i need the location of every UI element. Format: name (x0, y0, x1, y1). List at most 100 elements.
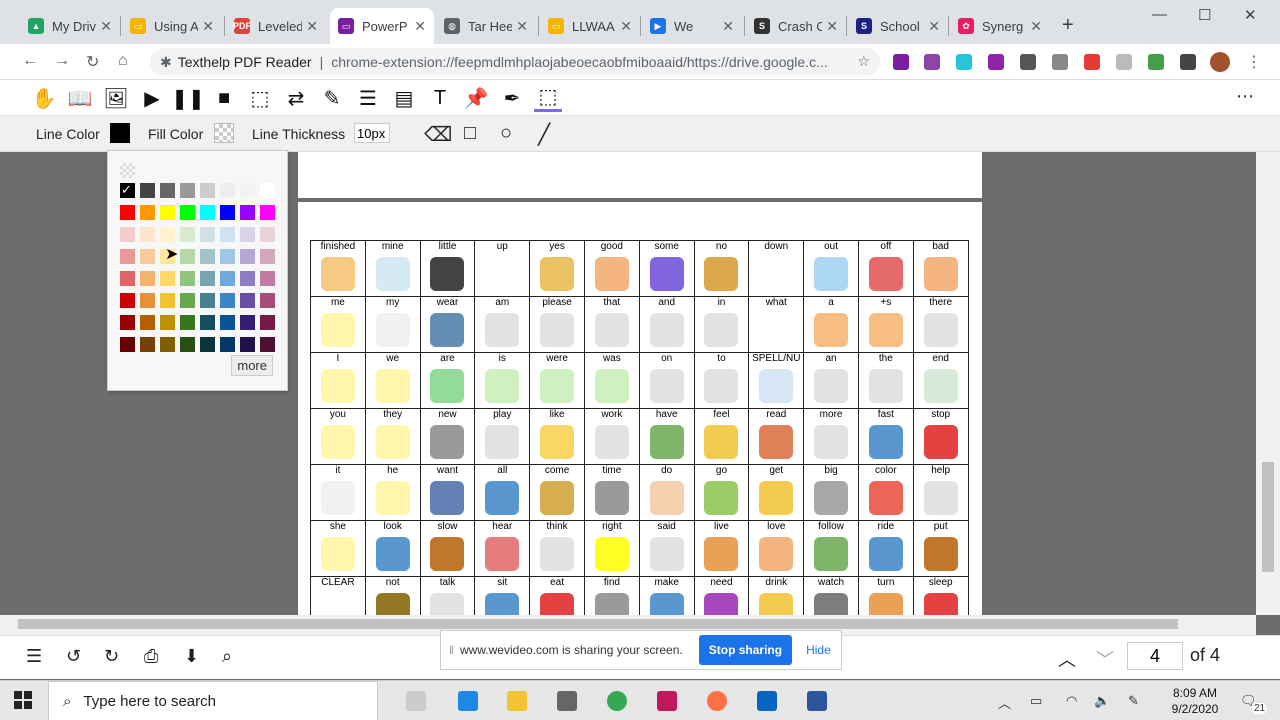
taskbar-search[interactable]: ⌕ Type here to search (48, 681, 378, 720)
browser-tab[interactable]: S Crash C ✕ (746, 8, 846, 44)
search-icon[interactable]: ⌕ (222, 646, 232, 667)
circle-icon[interactable]: ○ (500, 122, 512, 145)
forward-icon[interactable]: → (54, 52, 70, 70)
close-window-button[interactable]: ✕ (1244, 6, 1257, 24)
color-cell[interactable] (120, 205, 135, 220)
stop-icon[interactable]: ■ (210, 84, 238, 112)
color-cell[interactable] (160, 227, 175, 242)
browser-tab[interactable]: ✿ Synerg ✕ (950, 8, 1050, 44)
color-cell[interactable] (140, 271, 155, 286)
highlighter-icon[interactable]: ✎ (318, 84, 346, 112)
color-cell[interactable] (200, 249, 215, 264)
print-icon[interactable]: ⎙ (144, 646, 158, 667)
stop-sharing-button[interactable]: Stop sharing (698, 635, 793, 665)
tab-close-icon[interactable]: ✕ (826, 18, 838, 35)
home-icon[interactable]: ⌂ (118, 52, 128, 70)
extension-icon[interactable] (1020, 54, 1036, 70)
new-tab-button[interactable]: + (1062, 14, 1074, 37)
extension-icon[interactable] (956, 54, 972, 70)
browser-tab[interactable]: ▭ PowerP ✕ (330, 8, 434, 44)
file-explorer-icon[interactable] (507, 691, 527, 711)
color-cell[interactable] (120, 249, 135, 264)
extension-icon[interactable] (1148, 54, 1164, 70)
extension-icon[interactable] (924, 54, 940, 70)
page-up-icon[interactable]: ︿ (1058, 646, 1076, 672)
browser-tab[interactable]: ◍ Tar Hee ✕ (436, 8, 536, 44)
extensions-puzzle-icon[interactable] (1180, 54, 1196, 70)
color-cell[interactable] (260, 249, 275, 264)
pen-workspace-icon[interactable]: ✎ (1128, 693, 1139, 709)
vertical-scroll-thumb[interactable] (1262, 462, 1274, 572)
avatar[interactable] (1210, 52, 1230, 72)
bookmark-star-icon[interactable]: ☆ (857, 53, 870, 70)
transparent-color-cell[interactable] (120, 163, 135, 178)
color-cell[interactable] (200, 315, 215, 330)
color-cell[interactable] (240, 271, 255, 286)
color-cell[interactable] (180, 293, 195, 308)
color-cell[interactable] (180, 227, 195, 242)
windows-start-icon[interactable] (14, 691, 32, 709)
color-cell[interactable] (240, 337, 255, 352)
color-cell[interactable] (140, 315, 155, 330)
color-cell[interactable] (140, 205, 155, 220)
shape-tool-icon[interactable]: ⬚ (534, 84, 562, 112)
tab-close-icon[interactable]: ✕ (516, 18, 528, 35)
color-cell[interactable] (240, 249, 255, 264)
line-icon[interactable]: ╱ (538, 122, 550, 147)
pin-icon[interactable]: 📌 (462, 84, 490, 112)
screenshot-reader-icon[interactable]: ⬚ (246, 84, 274, 112)
color-cell[interactable] (240, 293, 255, 308)
color-cell[interactable] (140, 293, 155, 308)
kebab-menu-icon[interactable]: ⋮ (1246, 52, 1262, 72)
task-view-icon[interactable] (406, 691, 426, 711)
wifi-icon[interactable]: ◠ (1066, 693, 1077, 709)
edge-icon[interactable] (458, 691, 478, 711)
color-cell[interactable] (220, 227, 235, 242)
color-cell[interactable] (200, 205, 215, 220)
text-tool-icon[interactable]: T (426, 84, 454, 112)
paint-icon[interactable] (657, 691, 677, 711)
color-cell[interactable] (220, 293, 235, 308)
color-cell[interactable] (160, 183, 175, 198)
color-cell[interactable] (120, 337, 135, 352)
color-cell[interactable] (160, 293, 175, 308)
eraser-icon[interactable]: ⌫ (424, 122, 452, 147)
rotate-cw-icon[interactable]: ↻ (104, 646, 119, 667)
tab-close-icon[interactable]: ✕ (100, 18, 112, 35)
hide-banner-button[interactable]: Hide (806, 643, 831, 657)
word-icon[interactable] (807, 691, 827, 711)
color-cell[interactable] (240, 315, 255, 330)
outlook-icon[interactable] (757, 691, 777, 711)
extension-icon[interactable] (1052, 54, 1068, 70)
color-cell[interactable] (160, 205, 175, 220)
tab-close-icon[interactable]: ✕ (928, 18, 940, 35)
browser-tab[interactable]: ▲ My Driv ✕ (20, 8, 120, 44)
color-cell[interactable] (120, 293, 135, 308)
pause-icon[interactable]: ❚❚ (171, 84, 205, 112)
color-cell[interactable] (200, 337, 215, 352)
color-cell[interactable] (240, 227, 255, 242)
pen-icon[interactable]: ✒ (498, 84, 526, 112)
tab-close-icon[interactable]: ✕ (202, 18, 214, 35)
color-cell[interactable] (260, 315, 275, 330)
color-cell[interactable] (200, 183, 215, 198)
color-cell[interactable] (260, 271, 275, 286)
system-clock[interactable]: 8:09 AM 9/2/2020 (1160, 685, 1230, 717)
shuffle-icon[interactable]: ⇄ (282, 84, 310, 112)
color-cell[interactable] (200, 293, 215, 308)
color-cell[interactable] (180, 205, 195, 220)
browser-tab[interactable]: PDF Leveled ✕ (226, 8, 326, 44)
color-cell[interactable] (220, 183, 235, 198)
color-cell[interactable] (220, 249, 235, 264)
dictionary-icon[interactable]: 📖 (66, 84, 94, 112)
line-thickness-input[interactable] (354, 123, 390, 143)
back-icon[interactable]: ← (22, 52, 38, 70)
reload-icon[interactable]: ↻ (86, 52, 99, 72)
color-cell[interactable] (220, 337, 235, 352)
more-colors-button[interactable]: more (231, 355, 273, 376)
list-icon[interactable]: ☰ (354, 84, 382, 112)
color-cell[interactable] (180, 249, 195, 264)
color-cell[interactable] (160, 315, 175, 330)
color-cell[interactable] (180, 271, 195, 286)
tray-expand-icon[interactable]: ︿ (998, 693, 1011, 712)
